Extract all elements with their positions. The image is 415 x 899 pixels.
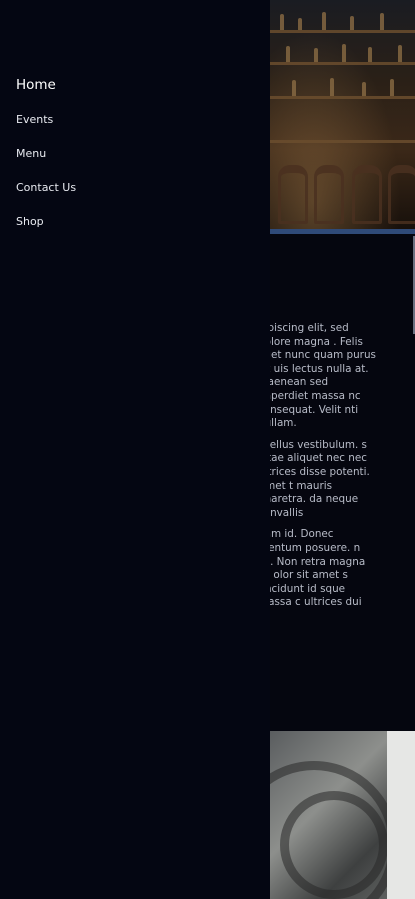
article-paragraph: dipiscing elit, sed dolore magna . Felis… — [258, 322, 376, 430]
article-body: dipiscing elit, sed dolore magna . Felis… — [258, 322, 376, 618]
nav-item-menu[interactable]: Menu — [16, 147, 46, 160]
coin-image — [270, 731, 415, 899]
nav-item-events[interactable]: Events — [16, 113, 53, 126]
nav-item-home[interactable]: Home — [16, 77, 56, 93]
hero-divider — [270, 229, 415, 234]
page-background: dipiscing elit, sed dolore magna . Felis… — [0, 0, 415, 899]
nav-drawer: Home Events Menu Contact Us Shop — [0, 0, 270, 899]
article-paragraph: asellus vestibulum. s vitae aliquet nec … — [258, 438, 370, 519]
nav-item-shop[interactable]: Shop — [16, 215, 44, 228]
nav-item-contact-us[interactable]: Contact Us — [16, 181, 76, 194]
article-paragraph: uam id. Donec mentum posuere. n ac. Non … — [258, 528, 366, 609]
hero-bar-image — [270, 0, 415, 230]
